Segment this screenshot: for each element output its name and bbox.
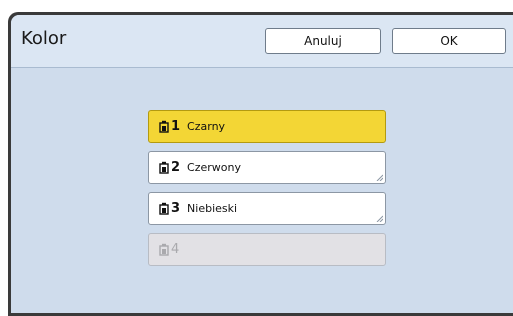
corner-grip-icon: [376, 174, 383, 181]
cancel-button[interactable]: Anuluj: [265, 28, 381, 54]
color-option-1[interactable]: 1 Czarny: [148, 110, 386, 143]
color-number: 2: [171, 160, 181, 175]
color-name: Czarny: [187, 120, 226, 133]
color-number: 4: [171, 242, 180, 257]
color-list: 1 Czarny 2 Czerwony 3 Niebieski 4: [148, 110, 386, 274]
dialog-header: Kolor Anuluj OK: [11, 15, 513, 68]
ok-button[interactable]: OK: [392, 28, 506, 54]
ink-drum-icon: [159, 243, 169, 256]
dialog-title: Kolor: [21, 28, 67, 49]
ink-drum-icon: [159, 120, 169, 133]
color-name: Czerwony: [187, 161, 241, 174]
color-number: 3: [171, 201, 181, 216]
color-name: Niebieski: [187, 202, 238, 215]
color-option-3[interactable]: 3 Niebieski: [148, 192, 386, 225]
panel-frame: Kolor Anuluj OK 1 Czarny 2 Czerwony 3 Ni…: [8, 12, 513, 316]
color-option-2[interactable]: 2 Czerwony: [148, 151, 386, 184]
ink-drum-icon: [159, 202, 169, 215]
color-number: 1: [171, 119, 181, 134]
corner-grip-icon: [376, 215, 383, 222]
color-dialog: Kolor Anuluj OK 1 Czarny 2 Czerwony 3 Ni…: [11, 15, 513, 313]
ink-drum-icon: [159, 161, 169, 174]
color-option-4: 4: [148, 233, 386, 266]
